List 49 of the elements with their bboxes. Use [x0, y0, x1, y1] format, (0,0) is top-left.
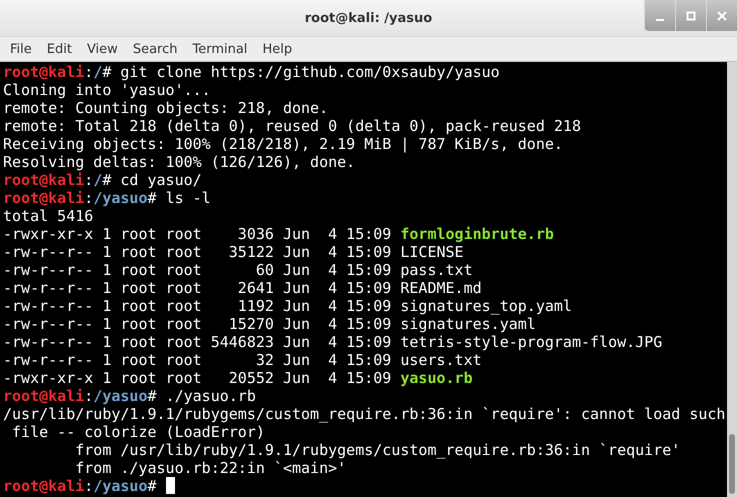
- maximize-icon: [686, 10, 696, 20]
- command-text: ls -l: [166, 189, 211, 207]
- command-text: git clone https://github.com/0xsauby/yasuo: [120, 63, 500, 81]
- menu-item[interactable]: Search: [126, 42, 184, 56]
- output-line: Cloning into 'yasuo'...: [3, 81, 211, 99]
- file-name: tetris-style-program-flow.JPG: [400, 333, 662, 351]
- file-info: -rw-r--r-- 1 root root 60 Jun 4 15:09: [3, 261, 392, 279]
- menu-item[interactable]: Terminal: [186, 42, 254, 56]
- minimize-icon: [656, 18, 664, 20]
- file-info: -rw-r--r-- 1 root root 2641 Jun 4 15:09: [3, 279, 392, 297]
- menu-item[interactable]: Edit: [40, 42, 78, 56]
- output-line: from /usr/lib/ruby/1.9.1/rubygems/custom_require.rb:36:in `require': [74, 441, 680, 459]
- output-line: /usr/lib/ruby/1.9.1/rubygems/custom_require.rb:36:in `require': cannot load such: [3, 405, 726, 423]
- output-line: remote: Counting objects: 218, done.: [3, 99, 328, 117]
- menu-item[interactable]: File: [4, 42, 38, 56]
- file-info: -rw-r--r-- 1 root root 32 Jun 4 15:09: [3, 351, 392, 369]
- output-line: remote: Total 218 (delta 0), reused 0 (delta 0), pack-reused 218: [3, 117, 581, 135]
- file-name: pass.txt: [400, 261, 473, 279]
- file-info: -rw-r--r-- 1 root root 35122 Jun 4 15:09: [3, 243, 392, 261]
- menu-item[interactable]: View: [80, 42, 124, 56]
- menu-item[interactable]: Help: [256, 42, 298, 56]
- output-line: Resolving deltas: 100% (126/126), done.: [3, 153, 356, 171]
- output-line: file -- colorize (LoadError): [11, 423, 265, 441]
- shell-prompt: root@kali:/#: [3, 171, 112, 189]
- scrollbar[interactable]: [727, 62, 737, 497]
- scrollbar-thumb[interactable]: [729, 434, 735, 494]
- close-icon: [717, 10, 727, 20]
- output-line: total 5416: [3, 207, 94, 225]
- output-line: from ./yasuo.rb:22:in `<main>': [74, 459, 346, 477]
- shell-prompt: root@kali:/yasuo#: [3, 387, 157, 405]
- file-name: formloginbrute.rb: [400, 225, 554, 243]
- file-info: -rw-r--r-- 1 root root 5446823 Jun 4 15:09: [3, 333, 392, 351]
- shell-prompt: root@kali:/yasuo#: [3, 477, 157, 495]
- file-info: -rw-r--r-- 1 root root 15270 Jun 4 15:09: [3, 315, 392, 333]
- file-name: README.md: [400, 279, 482, 297]
- window-title: root@kali: /yasuo: [304, 10, 432, 26]
- output-line: Receiving objects: 100% (218/218), 2.19 MiB | 787 KiB/s, done.: [3, 135, 563, 153]
- file-name: LICENSE: [400, 243, 464, 261]
- command-text: cd yasuo/: [120, 171, 202, 189]
- file-info: -rw-r--r-- 1 root root 1192 Jun 4 15:09: [3, 297, 392, 315]
- file-info: -rwxr-xr-x 1 root root 20552 Jun 4 15:09: [3, 369, 392, 387]
- file-name: users.txt: [400, 351, 482, 369]
- shell-prompt: root@kali:/yasuo#: [3, 189, 157, 207]
- shell-prompt: root@kali:/#: [3, 63, 112, 81]
- file-name: signatures_top.yaml: [400, 297, 572, 315]
- file-info: -rwxr-xr-x 1 root root 3036 Jun 4 15:09: [3, 225, 392, 243]
- file-name: yasuo.rb: [400, 369, 473, 387]
- file-name: signatures.yaml: [400, 315, 536, 333]
- command-text: ./yasuo.rb: [166, 387, 256, 405]
